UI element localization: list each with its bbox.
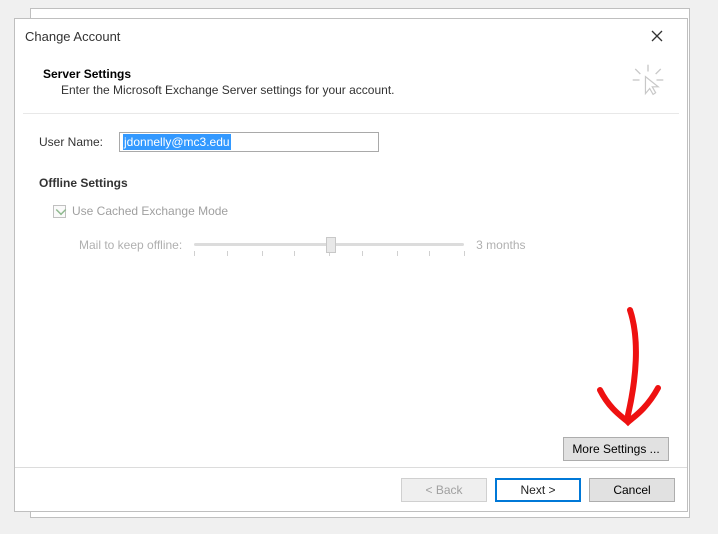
change-account-dialog: Change Account Server Settings Enter the… bbox=[14, 18, 688, 512]
content-area: User Name: jdonnelly@mc3.edu Offline Set… bbox=[15, 114, 687, 467]
mail-offline-row: Mail to keep offline: 3 months bbox=[79, 234, 663, 256]
mail-offline-label: Mail to keep offline: bbox=[79, 238, 182, 252]
user-name-value: jdonnelly@mc3.edu bbox=[123, 134, 231, 150]
cached-mode-label: Use Cached Exchange Mode bbox=[72, 204, 228, 218]
back-button: < Back bbox=[401, 478, 487, 502]
mail-offline-slider[interactable] bbox=[194, 234, 464, 256]
next-button[interactable]: Next > bbox=[495, 478, 581, 502]
cached-mode-row: Use Cached Exchange Mode bbox=[53, 204, 663, 218]
more-settings-button[interactable]: More Settings ... bbox=[563, 437, 669, 461]
cancel-button[interactable]: Cancel bbox=[589, 478, 675, 502]
slider-thumb[interactable] bbox=[326, 237, 336, 253]
user-name-label: User Name: bbox=[39, 135, 109, 149]
cursor-click-icon bbox=[631, 63, 665, 97]
close-icon bbox=[651, 30, 663, 42]
titlebar: Change Account bbox=[15, 19, 687, 53]
user-name-row: User Name: jdonnelly@mc3.edu bbox=[39, 132, 663, 152]
close-button[interactable] bbox=[637, 22, 677, 50]
dialog-title: Change Account bbox=[25, 29, 120, 44]
offline-settings-title: Offline Settings bbox=[39, 176, 663, 190]
mail-offline-value: 3 months bbox=[476, 238, 546, 252]
header-subtitle: Enter the Microsoft Exchange Server sett… bbox=[61, 83, 665, 97]
header-area: Server Settings Enter the Microsoft Exch… bbox=[15, 53, 687, 105]
user-name-input[interactable]: jdonnelly@mc3.edu bbox=[119, 132, 379, 152]
cached-mode-checkbox[interactable] bbox=[53, 205, 66, 218]
footer: < Back Next > Cancel bbox=[15, 467, 687, 511]
header-title: Server Settings bbox=[43, 67, 665, 81]
